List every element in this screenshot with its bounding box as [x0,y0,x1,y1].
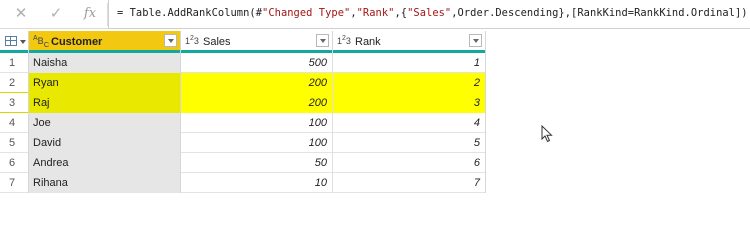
filter-dropdown-icon[interactable] [316,34,329,47]
cell-customer[interactable]: David [29,133,181,153]
cell-rank[interactable]: 6 [333,153,486,173]
row-number: 1 [0,53,29,73]
column-header-rank[interactable]: 123 Rank [333,31,486,53]
filter-dropdown-icon[interactable] [469,34,482,47]
row-number: 6 [0,153,29,173]
cell-sales[interactable]: 200 [181,93,333,113]
cell-rank[interactable]: 7 [333,173,486,193]
cell-rank[interactable]: 1 [333,53,486,73]
fx-icon[interactable]: fx [79,5,101,23]
table-row[interactable]: 3 Raj 200 3 [0,93,486,113]
cell-sales[interactable]: 500 [181,53,333,73]
cell-sales[interactable]: 100 [181,133,333,153]
cell-sales[interactable]: 10 [181,173,333,193]
table-row[interactable]: 7 Rihana 10 7 [0,173,486,193]
column-header-customer[interactable]: ABC Customer [29,31,181,53]
formula-input[interactable]: = Table.AddRankColumn(#"Changed Type","R… [108,0,750,29]
row-number: 7 [0,173,29,193]
formula-string-3: "Sales" [407,7,452,19]
table-icon [5,36,17,46]
formula-comma-2: ,{ [394,7,408,19]
formula-rest: ,Order.Descending},[RankKind=RankKind.Or… [451,7,748,19]
cell-customer[interactable]: Ryan [29,73,181,93]
formula-bar: ✕ ✓ fx = Table.AddRankColumn(#"Changed T… [0,0,750,29]
cell-customer[interactable]: Raj [29,93,181,113]
chevron-down-icon [20,40,26,44]
number-type-icon[interactable]: 123 [337,35,351,46]
cell-rank[interactable]: 2 [333,73,486,93]
cell-customer[interactable]: Naisha [29,53,181,73]
row-number: 2 [0,73,29,93]
formula-prefix: = Table.AddRankColumn(# [117,7,263,19]
column-label-customer: Customer [51,36,103,48]
table-row[interactable]: 1 Naisha 500 1 [0,53,486,73]
column-header-sales[interactable]: 123 Sales [181,31,333,53]
cell-customer[interactable]: Andrea [29,153,181,173]
cell-customer[interactable]: Rihana [29,173,181,193]
formula-string-2: "Rank" [356,7,395,19]
table-row[interactable]: 5 David 100 5 [0,133,486,153]
check-icon[interactable]: ✓ [45,5,67,23]
number-type-icon[interactable]: 123 [185,35,199,46]
cell-rank[interactable]: 5 [333,133,486,153]
cell-rank[interactable]: 4 [333,113,486,133]
mouse-pointer-icon [541,125,553,143]
formula-string-1: "Changed Type" [262,7,351,19]
column-label-rank: Rank [355,36,381,48]
text-type-icon[interactable]: ABC [33,35,49,49]
cell-customer[interactable]: Joe [29,113,181,133]
formula-text: = Table.AddRankColumn(#"Changed Type","R… [117,7,748,19]
table-row[interactable]: 6 Andrea 50 6 [0,153,486,173]
row-number: 4 [0,113,29,133]
cancel-icon[interactable]: ✕ [10,5,32,23]
cell-sales[interactable]: 200 [181,73,333,93]
table-menu-button[interactable] [0,31,29,53]
filter-dropdown-icon[interactable] [164,34,177,47]
cell-rank[interactable]: 3 [333,93,486,113]
cell-sales[interactable]: 100 [181,113,333,133]
table-row[interactable]: 4 Joe 100 4 [0,113,486,133]
cell-sales[interactable]: 50 [181,153,333,173]
column-label-sales: Sales [203,36,231,48]
table-row[interactable]: 2 Ryan 200 2 [0,73,486,93]
row-number: 5 [0,133,29,153]
row-number: 3 [0,93,29,113]
